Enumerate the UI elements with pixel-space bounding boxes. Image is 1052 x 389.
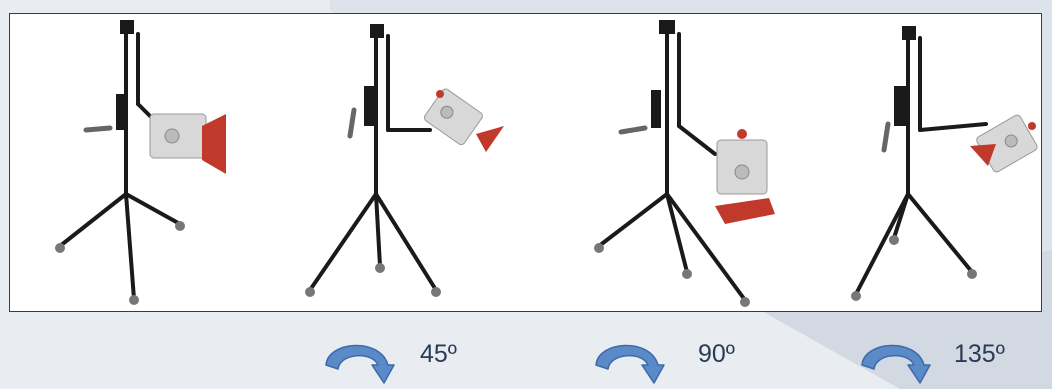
rotation-label-135: 135º [954,340,1005,368]
stand-position-135 [820,14,1041,311]
rotate-clockwise-arrow-icon [325,344,395,384]
rotation-label-90: 90º [698,340,735,368]
rotation-label-45: 45º [420,340,457,368]
rotate-clockwise-arrow-icon [861,344,931,384]
rotation-indicator-45: 45º [322,335,462,385]
stand-position-45 [290,14,520,311]
rotation-indicator-90: 90º [592,335,735,385]
rotate-clockwise-arrow-icon [595,344,665,384]
rotation-indicator-135: 135º [858,335,1028,385]
stand-position-0 [30,14,260,311]
product-photo-strip [9,13,1042,312]
stand-position-90 [575,14,805,311]
